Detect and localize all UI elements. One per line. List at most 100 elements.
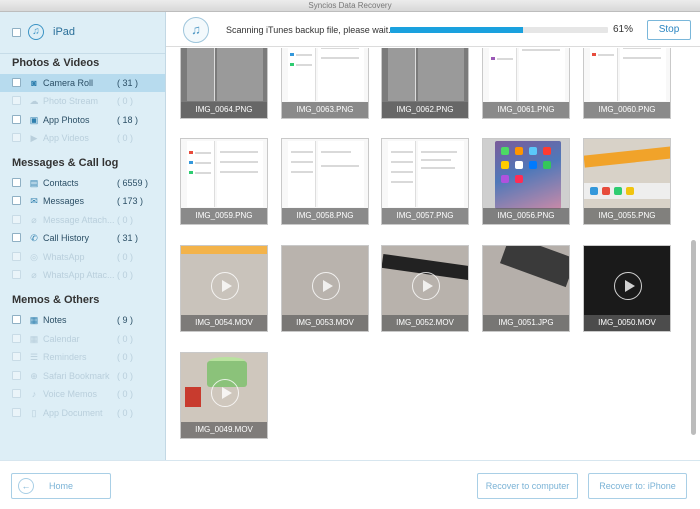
checkbox[interactable] [12, 315, 21, 324]
checkbox [12, 215, 21, 224]
back-arrow-icon: ← [18, 478, 34, 494]
scan-percent: 61% [613, 24, 634, 35]
thumbnail[interactable]: IMG_0049.MOV [180, 352, 268, 439]
scan-status: Scanning iTunes backup file, please wait… [226, 25, 396, 35]
thumbnail[interactable]: IMG_0055.PNG [583, 138, 671, 225]
thumbnail[interactable]: IMG_0051.JPG [482, 245, 570, 332]
thumbnail-caption: IMG_0055.PNG [584, 208, 670, 224]
thumbnail[interactable]: IMG_0050.MOV [583, 245, 671, 332]
thumbnail-caption: IMG_0060.PNG [584, 102, 670, 118]
stop-button[interactable]: Stop [647, 20, 691, 40]
section-photos-videos: Photos & Videos [12, 57, 100, 69]
phone-icon: ✆ [30, 233, 38, 243]
thumbnail[interactable]: IMG_0059.PNG [180, 138, 268, 225]
sidebar-item-call-history[interactable]: ✆ Call History ( 31 ) [0, 229, 165, 247]
thumbnail-caption: IMG_0062.PNG [382, 102, 468, 118]
sidebar-item-count: ( 6559 ) [117, 178, 149, 188]
checkbox[interactable] [12, 196, 21, 205]
sidebar-item-count: ( 0 ) [117, 334, 134, 344]
thumbnail[interactable]: IMG_0056.PNG [482, 138, 570, 225]
checkbox [12, 270, 21, 279]
sidebar-item-count: ( 0 ) [117, 215, 134, 225]
play-icon [614, 272, 642, 300]
checkbox[interactable] [12, 115, 21, 124]
sidebar-item-app-document: ▯ App Document ( 0 ) [0, 404, 165, 422]
sidebar-item-reminders: ☰ Reminders ( 0 ) [0, 348, 165, 366]
attachment-icon: ⌀ [31, 215, 37, 225]
music-note-icon: ♫ [28, 24, 44, 40]
device-checkbox[interactable] [12, 28, 21, 37]
sidebar-item-label: Camera Roll [43, 78, 94, 88]
sidebar-item-app-photos[interactable]: ▣ App Photos ( 18 ) [0, 111, 165, 129]
sidebar-item-label: WhatsApp [43, 252, 85, 262]
thumbnail-caption: IMG_0052.MOV [382, 315, 468, 331]
sidebar-item-label: Contacts [43, 178, 79, 188]
play-icon [412, 272, 440, 300]
sidebar-item-count: ( 31 ) [117, 78, 139, 88]
sidebar-item-whatsapp-attachments: ⌀ WhatsApp Attac... ( 0 ) [0, 266, 165, 284]
sidebar-item-label: WhatsApp Attac... [43, 270, 115, 280]
device-row[interactable]: ♫ iPad [0, 12, 165, 54]
thumbnail[interactable]: IMG_0063.PNG [281, 48, 369, 119]
checkbox [12, 252, 21, 261]
checkbox [12, 371, 21, 380]
thumbnail[interactable]: IMG_0057.PNG [381, 138, 469, 225]
thumbnail[interactable]: IMG_0061.PNG [482, 48, 570, 119]
sidebar-item-notes[interactable]: ▦ Notes ( 9 ) [0, 311, 165, 329]
thumbnail-caption: IMG_0049.MOV [181, 422, 267, 438]
sidebar-item-camera-roll[interactable]: ◙ Camera Roll ( 31 ) [0, 74, 165, 92]
sidebar-item-count: ( 0 ) [117, 389, 134, 399]
sidebar-item-count: ( 0 ) [117, 133, 134, 143]
home-button-label: Home [48, 481, 73, 491]
thumbnail-caption: IMG_0061.PNG [483, 102, 569, 118]
thumbnail[interactable]: IMG_0052.MOV [381, 245, 469, 332]
action-bar: ← Home Recover to computer Recover to: i… [0, 460, 700, 509]
sidebar-item-label: Notes [43, 315, 67, 325]
scan-progress-fill [390, 27, 523, 33]
checkbox[interactable] [12, 233, 21, 242]
thumbnail[interactable]: IMG_0053.MOV [281, 245, 369, 332]
camera-icon: ◙ [31, 78, 37, 88]
sidebar-item-count: ( 9 ) [117, 315, 134, 325]
scan-progress-bar [390, 27, 608, 33]
play-icon [211, 379, 239, 407]
sidebar-item-label: Message Attach... [43, 215, 115, 225]
thumbnail-caption: IMG_0057.PNG [382, 208, 468, 224]
thumbnail-caption: IMG_0050.MOV [584, 315, 670, 331]
section-messages-call-log: Messages & Call log [12, 157, 119, 169]
device-name: iPad [53, 26, 76, 38]
sidebar-item-label: Messages [43, 196, 85, 206]
sidebar-item-count: ( 31 ) [117, 233, 139, 243]
scan-bar: ♫ Scanning iTunes backup file, please wa… [166, 12, 700, 47]
thumbnail[interactable]: IMG_0062.PNG [381, 48, 469, 119]
checkbox[interactable] [12, 178, 21, 187]
recover-to-iphone-button[interactable]: Recover to: iPhone [588, 473, 687, 499]
sidebar-item-count: ( 0 ) [117, 96, 134, 106]
whatsapp-icon: ◎ [30, 252, 38, 262]
recover-to-computer-button[interactable]: Recover to computer [477, 473, 578, 499]
checkbox [12, 408, 21, 417]
checkbox[interactable] [12, 78, 21, 87]
thumbnail[interactable]: IMG_0060.PNG [583, 48, 671, 119]
sidebar-item-photo-stream: ☁ Photo Stream ( 0 ) [0, 92, 165, 110]
thumbnail[interactable]: IMG_0054.MOV [180, 245, 268, 332]
sidebar-item-label: Calendar [43, 334, 80, 344]
home-button[interactable]: ← Home [11, 473, 111, 499]
thumbnail[interactable]: IMG_0064.PNG [180, 48, 268, 119]
thumbnail[interactable]: IMG_0058.PNG [281, 138, 369, 225]
thumbnail-caption: IMG_0058.PNG [282, 208, 368, 224]
window-title: Syncios Data Recovery [0, 0, 700, 12]
grid-scrollbar[interactable] [691, 240, 696, 435]
video-icon: ▶ [30, 133, 38, 143]
checkbox [12, 133, 21, 142]
notes-icon: ▦ [29, 315, 39, 325]
sidebar-item-contacts[interactable]: ▤ Contacts ( 6559 ) [0, 174, 165, 192]
sidebar-item-label: Reminders [43, 352, 87, 362]
itunes-icon: ♫ [183, 17, 209, 43]
sidebar-item-label: Photo Stream [43, 96, 99, 106]
cloud-icon: ☁ [29, 96, 39, 106]
checkbox [12, 352, 21, 361]
sidebar-item-messages[interactable]: ✉ Messages ( 173 ) [0, 192, 165, 210]
sidebar-item-count: ( 18 ) [117, 115, 139, 125]
thumbnail-caption: IMG_0063.PNG [282, 102, 368, 118]
